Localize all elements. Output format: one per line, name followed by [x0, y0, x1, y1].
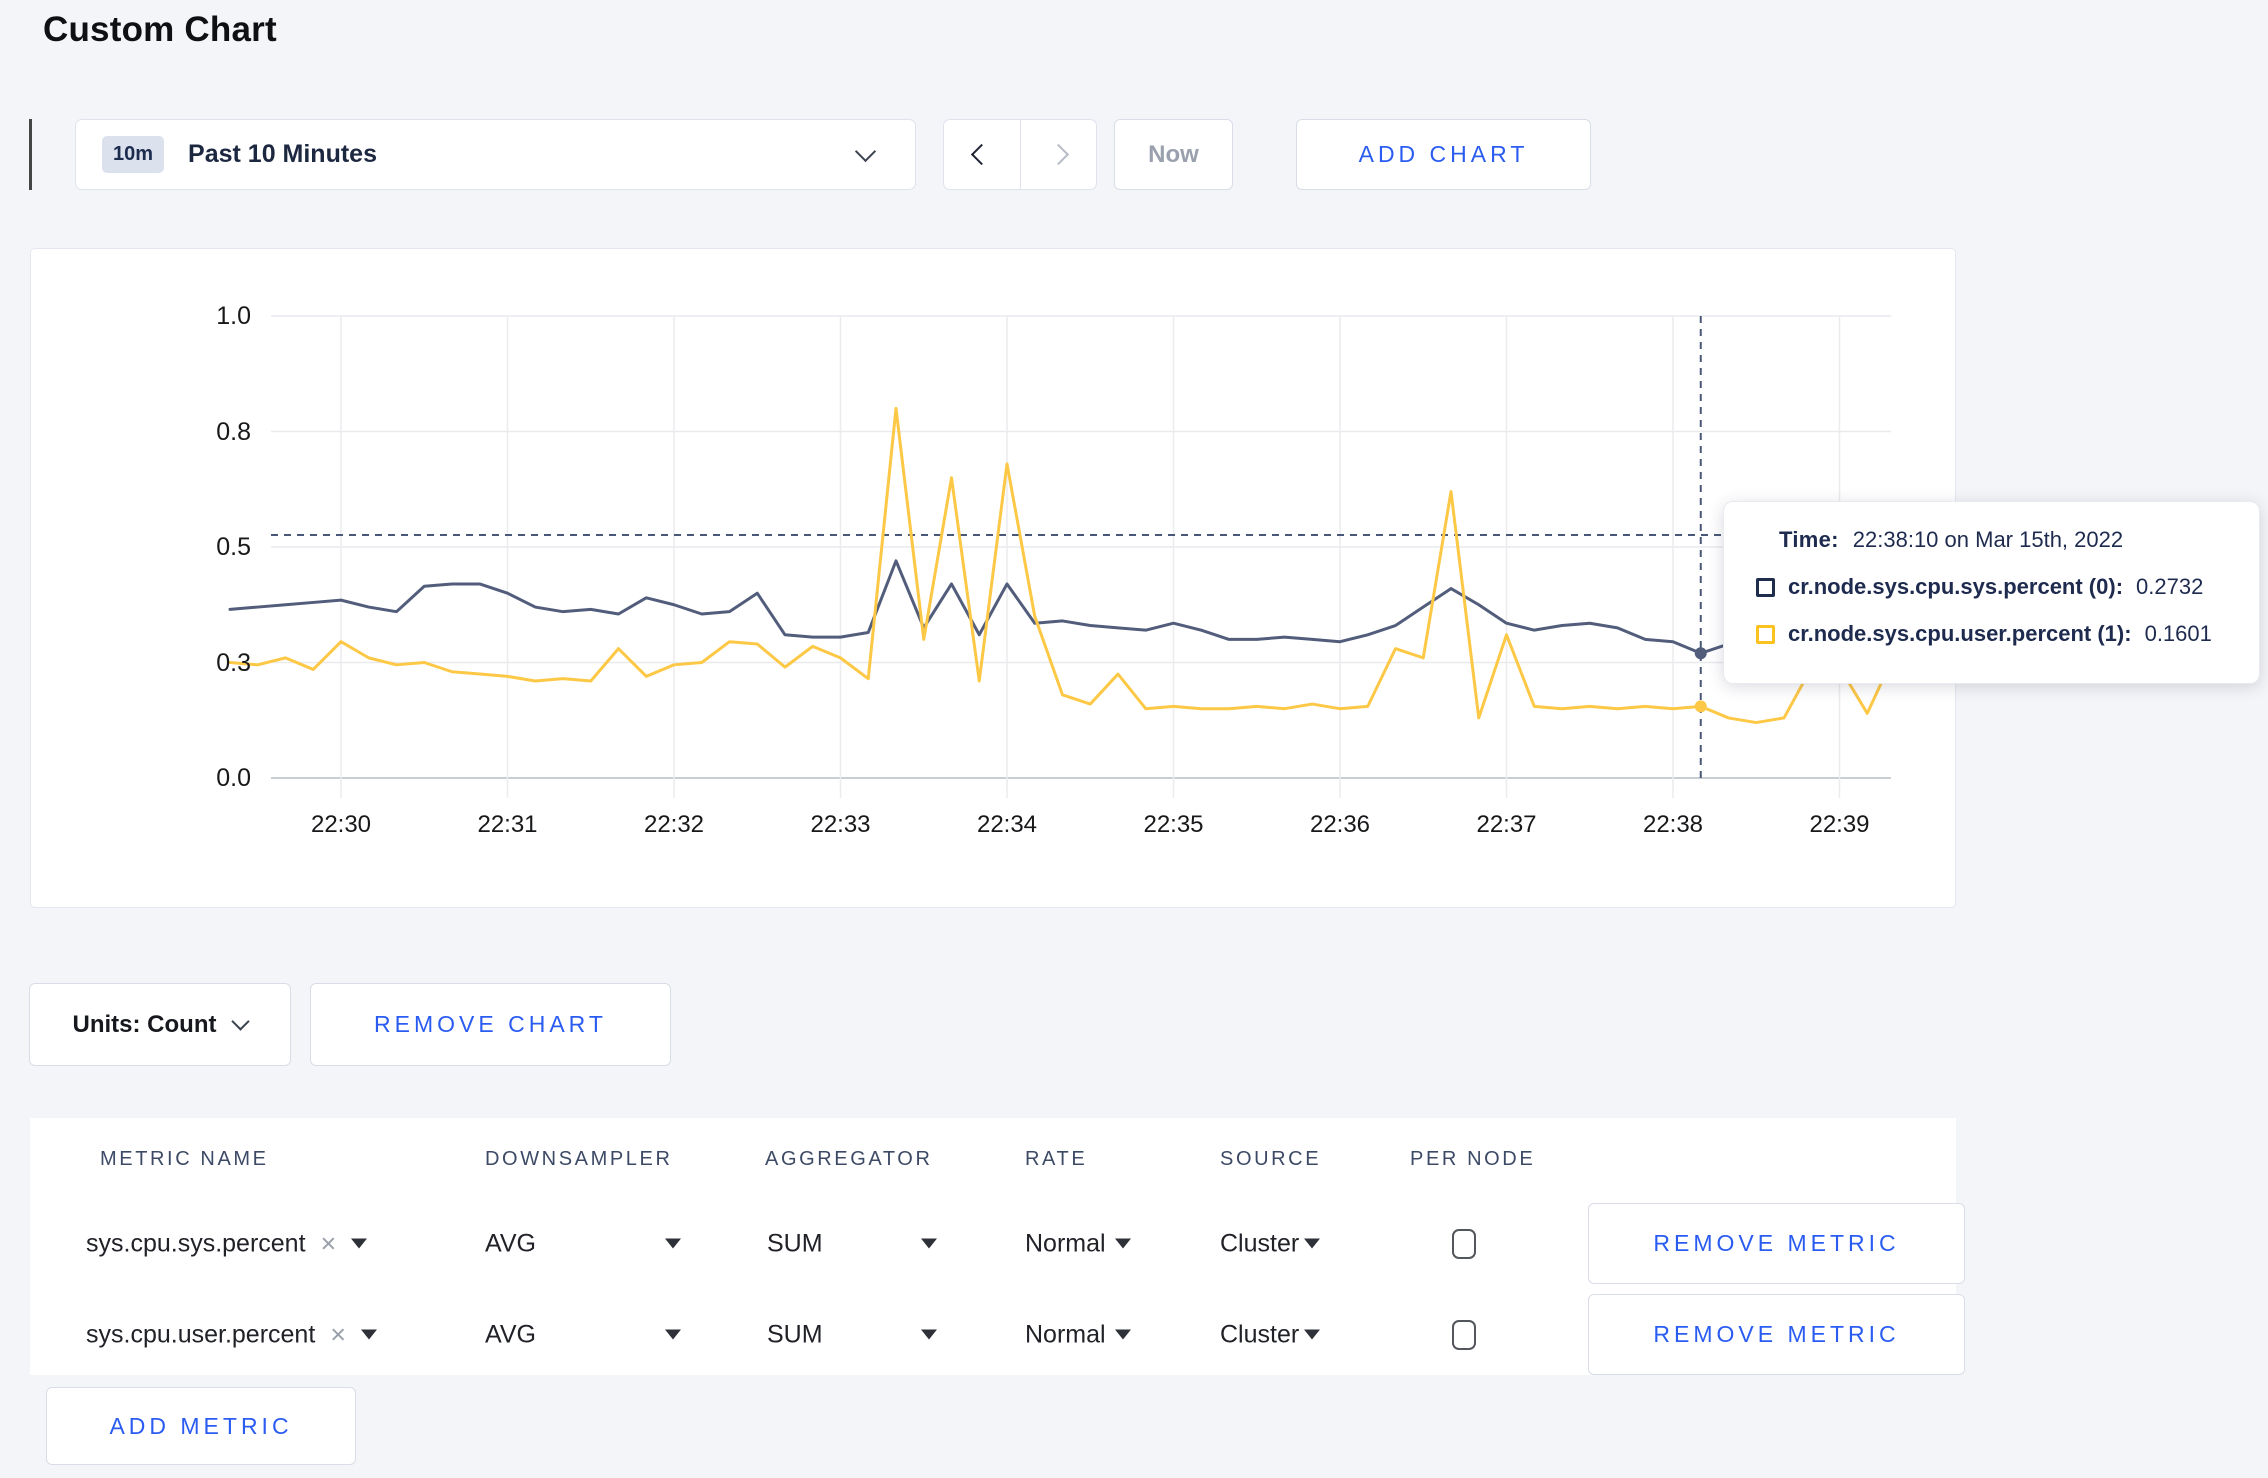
- chevron-down-icon: [854, 140, 877, 163]
- rate-value: Normal: [1025, 1229, 1106, 1257]
- time-range-badge: 10m: [102, 136, 165, 173]
- metric-name-dropdown[interactable]: sys.cpu.sys.percent ×: [86, 1229, 368, 1258]
- remove-chart-button[interactable]: REMOVE CHART: [310, 983, 671, 1066]
- x-axis-tick-label: 22:30: [310, 811, 372, 838]
- tooltip-series-value: 0.2732: [2136, 574, 2204, 599]
- time-range-label: Past 10 Minutes: [188, 140, 377, 168]
- downsampler-dropdown[interactable]: AVG: [485, 1320, 681, 1349]
- rate-value: Normal: [1025, 1320, 1106, 1348]
- series-swatch-icon: [1756, 577, 1775, 597]
- x-axis-tick-label: 22:37: [1476, 811, 1537, 838]
- toolbar-left-divider: [29, 119, 32, 190]
- clear-metric-icon[interactable]: ×: [330, 1321, 346, 1348]
- add-chart-button[interactable]: ADD CHART: [1296, 119, 1591, 190]
- chevron-down-icon: [231, 1012, 251, 1031]
- chevron-left-icon: [971, 143, 993, 166]
- aggregator-dropdown[interactable]: SUM: [767, 1229, 937, 1258]
- tooltip-time-label: Time:: [1779, 527, 1839, 552]
- chevron-right-icon: [1047, 143, 1069, 166]
- y-axis-tick-label: 1.0: [216, 302, 251, 330]
- column-header-rate: RATE: [1025, 1148, 1088, 1170]
- units-label: Units: Count: [72, 1010, 217, 1038]
- downsampler-value: AVG: [485, 1229, 536, 1257]
- downsampler-value: AVG: [485, 1320, 536, 1348]
- aggregator-value: SUM: [767, 1320, 823, 1348]
- source-dropdown[interactable]: Cluster: [1220, 1320, 1320, 1349]
- prev-window-button[interactable]: [944, 120, 1020, 189]
- metrics-table: METRIC NAME DOWNSAMPLER AGGREGATOR RATE …: [30, 1118, 1965, 1375]
- x-axis-tick-label: 22:36: [1309, 811, 1371, 838]
- tooltip-time-value: 22:38:10 on Mar 15th, 2022: [1852, 527, 2124, 552]
- metric-name: sys.cpu.sys.percent: [86, 1229, 306, 1257]
- units-dropdown[interactable]: Units: Count: [29, 983, 291, 1066]
- caret-down-icon: [665, 1329, 681, 1340]
- series-swatch-icon: [1756, 624, 1775, 644]
- caret-down-icon: [665, 1238, 681, 1249]
- caret-down-icon: [361, 1329, 378, 1340]
- caret-down-icon: [921, 1329, 937, 1340]
- remove-metric-button[interactable]: REMOVE METRIC: [1588, 1294, 1965, 1375]
- x-axis-tick-label: 22:31: [477, 811, 538, 838]
- clear-metric-icon[interactable]: ×: [321, 1230, 337, 1257]
- per-node-checkbox[interactable]: [1452, 1319, 1476, 1350]
- column-header-per-node: PER NODE: [1410, 1148, 1536, 1170]
- remove-metric-button[interactable]: REMOVE METRIC: [1588, 1203, 1965, 1284]
- chart-card: 1.0 0.8 0.5 0.3 0.0 22:30 22:31 22:32 22:33 22:34…: [30, 248, 1956, 908]
- column-header-source: SOURCE: [1220, 1148, 1322, 1170]
- next-window-button[interactable]: [1019, 120, 1097, 189]
- page-title: Custom Chart: [43, 10, 277, 49]
- metric-row: sys.cpu.sys.percent × AVG SUM Normal Clu…: [30, 1203, 1965, 1284]
- x-axis-tick-label: 22:35: [1143, 811, 1204, 838]
- metric-name-dropdown[interactable]: sys.cpu.user.percent ×: [86, 1320, 378, 1349]
- tooltip-series-name: cr.node.sys.cpu.sys.percent (0):: [1788, 574, 2124, 599]
- column-header-aggregator: AGGREGATOR: [765, 1148, 933, 1170]
- caret-down-icon: [921, 1238, 937, 1249]
- metric-row: sys.cpu.user.percent × AVG SUM Normal Cl…: [30, 1294, 1965, 1375]
- tooltip-series-name: cr.node.sys.cpu.user.percent (1):: [1788, 621, 2132, 646]
- metric-name: sys.cpu.user.percent: [86, 1320, 316, 1348]
- rate-dropdown[interactable]: Normal: [1025, 1229, 1131, 1258]
- aggregator-dropdown[interactable]: SUM: [767, 1320, 937, 1349]
- x-axis-tick-label: 22:38: [1642, 811, 1704, 838]
- tooltip-series-value: 0.1601: [2144, 621, 2212, 646]
- tooltip-series-row: cr.node.sys.cpu.sys.percent (0): 0.2732: [1756, 574, 2239, 600]
- custom-chart-page: Custom Chart 10m Past 10 Minutes Now ADD…: [0, 0, 2268, 1478]
- y-axis-tick-label: 0.0: [216, 764, 251, 792]
- y-axis-tick-label: 0.5: [216, 533, 251, 561]
- column-header-metric-name: METRIC NAME: [100, 1148, 269, 1170]
- caret-down-icon: [1304, 1329, 1320, 1340]
- caret-down-icon: [1115, 1238, 1131, 1249]
- aggregator-value: SUM: [767, 1229, 823, 1257]
- x-axis-tick-label: 22:32: [643, 811, 705, 838]
- caret-down-icon: [1304, 1238, 1320, 1249]
- now-button[interactable]: Now: [1114, 119, 1233, 190]
- time-range-dropdown[interactable]: 10m Past 10 Minutes: [75, 119, 916, 190]
- source-dropdown[interactable]: Cluster: [1220, 1229, 1320, 1258]
- caret-down-icon: [351, 1238, 368, 1249]
- tooltip-series-row: cr.node.sys.cpu.user.percent (1): 0.1601: [1756, 621, 2239, 647]
- x-axis-tick-label: 22:33: [810, 811, 871, 838]
- column-header-downsampler: DOWNSAMPLER: [485, 1148, 673, 1170]
- y-axis-tick-label: 0.3: [216, 648, 251, 677]
- time-window-nav: [943, 119, 1097, 190]
- timeseries-chart[interactable]: [31, 249, 1957, 909]
- source-value: Cluster: [1220, 1320, 1300, 1348]
- rate-dropdown[interactable]: Normal: [1025, 1320, 1131, 1349]
- y-axis-tick-label: 0.8: [216, 417, 251, 446]
- downsampler-dropdown[interactable]: AVG: [485, 1229, 681, 1258]
- tooltip-time: Time: 22:38:10 on Mar 15th, 2022: [1779, 527, 2239, 553]
- caret-down-icon: [1115, 1329, 1131, 1340]
- x-axis-tick-label: 22:34: [976, 811, 1038, 838]
- add-metric-button[interactable]: ADD METRIC: [46, 1387, 356, 1465]
- chart-tooltip: Time: 22:38:10 on Mar 15th, 2022 cr.node.…: [1723, 501, 2260, 684]
- x-axis-tick-label: 22:39: [1809, 811, 1870, 838]
- source-value: Cluster: [1220, 1229, 1300, 1257]
- per-node-checkbox[interactable]: [1452, 1228, 1476, 1259]
